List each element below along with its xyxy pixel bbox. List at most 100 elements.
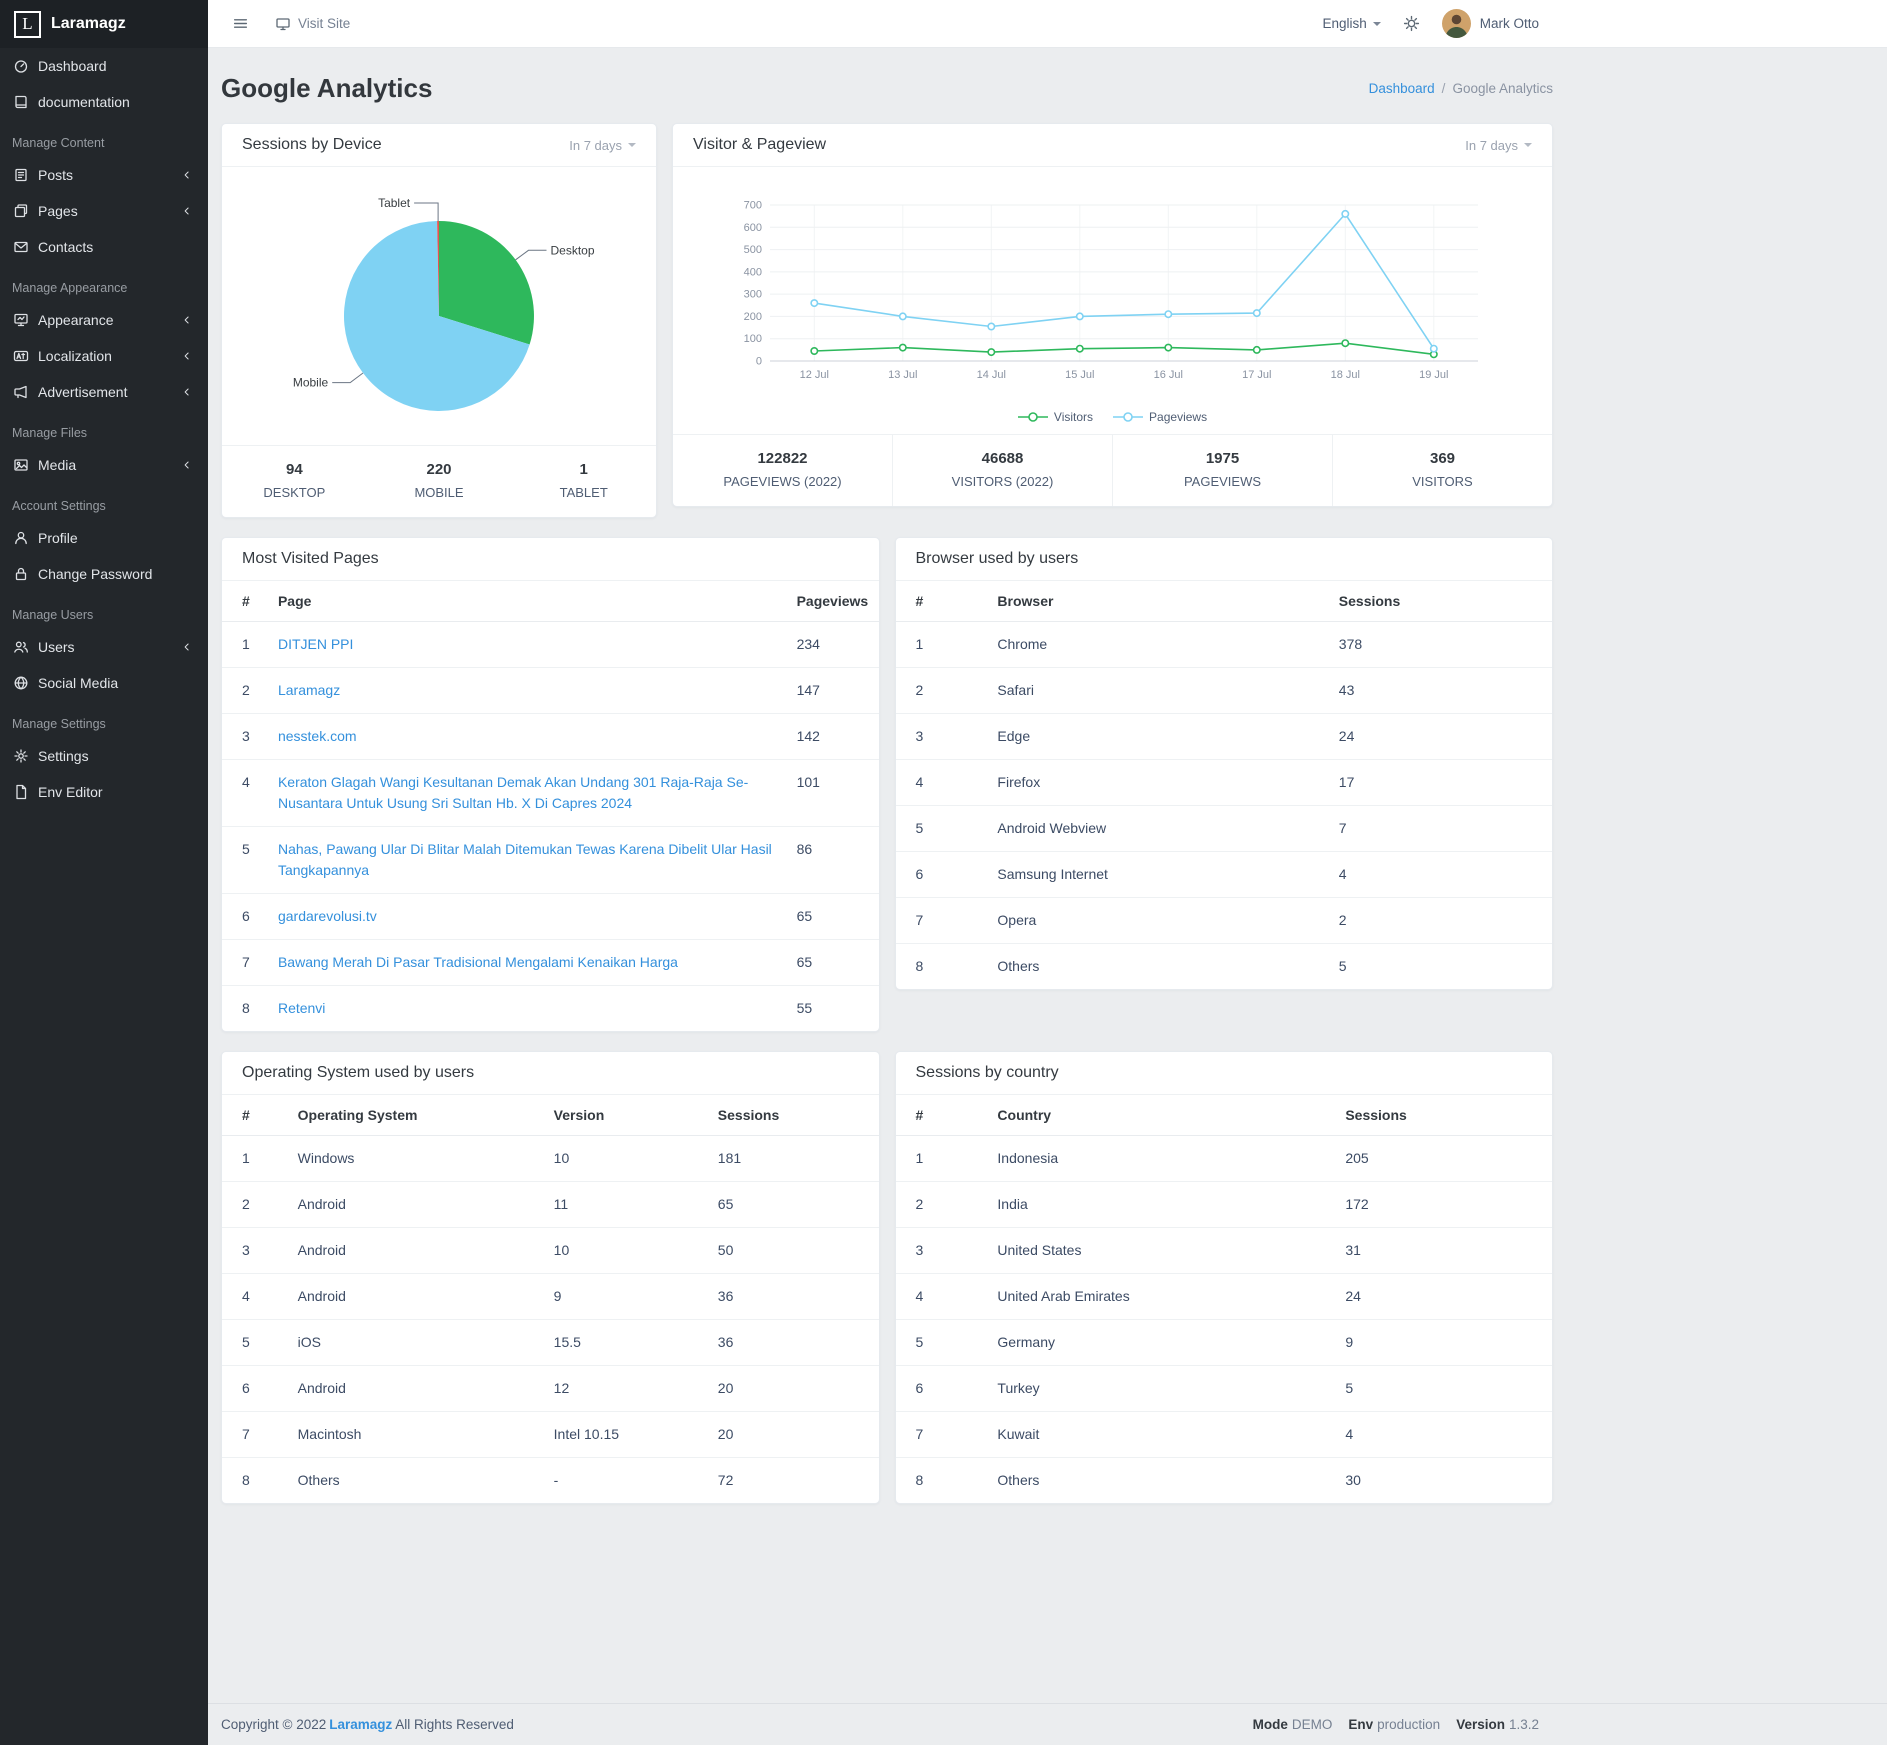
- svg-text:0: 0: [755, 356, 761, 368]
- data-point: [1252, 309, 1261, 318]
- bullhorn-icon: [13, 384, 29, 400]
- footer-meta-version: Version 1.3.2: [1456, 1717, 1539, 1732]
- page-link[interactable]: nesstek.com: [278, 728, 357, 744]
- table-cell: Others: [997, 958, 1040, 974]
- table-cell: 55: [796, 1000, 813, 1016]
- table-cell: 86: [786, 826, 879, 894]
- stat-value: 369: [1429, 450, 1456, 467]
- sidebar-item-users[interactable]: Users: [0, 629, 208, 665]
- monitor-icon: [275, 16, 291, 32]
- table-row: 3 Android 10 50: [222, 1227, 879, 1274]
- table-cell: 4: [1328, 851, 1552, 898]
- table-cell: 6: [895, 1365, 988, 1412]
- table-row: 4 Keraton Glagah Wangi Kesultanan Demak A…: [222, 759, 879, 827]
- sidebar-item-dashboard[interactable]: Dashboard: [0, 48, 208, 84]
- table-cell: 65: [707, 1181, 879, 1228]
- table-cell: 4: [222, 1273, 288, 1320]
- table-row: 1 DITJEN PPI 234: [222, 621, 879, 668]
- table-cell: 8: [242, 1000, 250, 1016]
- footer-brand-link[interactable]: Laramagz: [329, 1717, 392, 1732]
- user-menu[interactable]: Mark Otto: [1441, 9, 1539, 38]
- legend-item-visitors[interactable]: Visitors: [1017, 410, 1093, 424]
- data-point: [1252, 345, 1261, 354]
- table-cell: 20: [707, 1365, 879, 1412]
- table-cell: 65: [786, 939, 879, 986]
- data-point: [898, 343, 907, 352]
- brand[interactable]: L Laramagz: [0, 0, 208, 48]
- envelope-icon: [13, 239, 29, 255]
- table-header-row: # Country Sessions: [895, 1095, 1552, 1136]
- table-cell: Indonesia: [987, 1135, 1336, 1182]
- column-header: Operating System: [287, 1095, 544, 1136]
- data-point: [809, 299, 818, 308]
- page-link[interactable]: Laramagz: [278, 682, 340, 698]
- theme-toggle-button[interactable]: [1403, 15, 1420, 32]
- sidebar-section-header: Manage Users: [12, 608, 94, 622]
- legend-item-pageviews[interactable]: Pageviews: [1113, 410, 1207, 424]
- page-link[interactable]: DITJEN PPI: [278, 636, 353, 652]
- sidebar-section-header: Manage Appearance: [12, 281, 128, 295]
- table-cell: 8: [915, 1472, 924, 1488]
- breadcrumb: Dashboard / Google Analytics: [1369, 81, 1553, 96]
- page-link[interactable]: Nahas, Pawang Ular Di Blitar Malah Ditem…: [278, 841, 772, 878]
- visit-site-link[interactable]: Visit Site: [275, 16, 350, 32]
- table-cell: 1: [222, 621, 268, 668]
- table-row: 7 Kuwait 4: [895, 1411, 1552, 1458]
- table-cell: 9: [543, 1273, 708, 1320]
- page-title: Google Analytics: [221, 73, 433, 103]
- stat-value: 1: [579, 461, 588, 478]
- table-row: 2 Laramagz 147: [222, 667, 879, 714]
- table-cell: 3: [895, 1227, 988, 1274]
- sidebar-item-social-media[interactable]: Social Media: [0, 665, 208, 701]
- data-point: [986, 322, 995, 331]
- svg-text:18 Jul: 18 Jul: [1330, 369, 1359, 381]
- sidebar-item-label: Contacts: [38, 239, 94, 255]
- sidebar-item-documentation[interactable]: documentation: [0, 84, 208, 120]
- sidebar-item-env-editor[interactable]: Env Editor: [0, 774, 208, 810]
- language-label: English: [1322, 16, 1367, 31]
- period-dropdown[interactable]: In 7 days: [569, 138, 636, 153]
- page-link[interactable]: Keraton Glagah Wangi Kesultanan Demak Ak…: [278, 774, 748, 811]
- sidebar-item-advertisement[interactable]: Advertisement: [0, 374, 208, 410]
- table-cell: 7: [895, 897, 988, 944]
- table-cell: Android: [287, 1181, 544, 1228]
- dashboard-icon: [13, 58, 29, 74]
- table-cell: 24: [1328, 713, 1552, 760]
- sidebar-item-profile[interactable]: Profile: [0, 520, 208, 556]
- sidebar-item-settings[interactable]: Settings: [0, 738, 208, 774]
- table-row: 5 iOS 15.5 36: [222, 1319, 879, 1366]
- card-title: Sessions by Device: [242, 136, 382, 153]
- breadcrumb-separator: /: [1441, 81, 1446, 96]
- sidebar-item-contacts[interactable]: Contacts: [0, 229, 208, 265]
- sidebar-item-change-password[interactable]: Change Password: [0, 556, 208, 592]
- language-dropdown[interactable]: English: [1322, 16, 1381, 31]
- period-dropdown[interactable]: In 7 days: [1465, 138, 1532, 153]
- table-cell: 4: [222, 759, 268, 827]
- table-cell: 65: [786, 893, 879, 940]
- table-row: 3 United States 31: [895, 1227, 1552, 1274]
- data-point: [809, 347, 818, 356]
- operating-system-card: Operating System used by users # Operatin…: [221, 1051, 880, 1504]
- sidebar-item-pages[interactable]: Pages: [0, 193, 208, 229]
- table-cell: 1: [895, 1135, 988, 1182]
- sidebar-item-appearance[interactable]: Appearance: [0, 302, 208, 338]
- page-link[interactable]: Retenvi: [278, 1000, 325, 1016]
- table-cell: 6: [222, 1365, 288, 1412]
- svg-text:100: 100: [743, 333, 761, 345]
- sidebar-item-media[interactable]: Media: [0, 447, 208, 483]
- table-row: 6 Samsung Internet 4: [895, 851, 1552, 898]
- table-cell: 205: [1335, 1135, 1552, 1182]
- sidebar-toggle-button[interactable]: [232, 15, 249, 32]
- page-link[interactable]: gardarevolusi.tv: [278, 908, 377, 924]
- table-row: 6 Android 12 20: [222, 1365, 879, 1412]
- table-cell: India: [987, 1181, 1336, 1228]
- sidebar-item-localization[interactable]: Localization: [0, 338, 208, 374]
- table-row: 2 India 172: [895, 1181, 1552, 1228]
- breadcrumb-dashboard-link[interactable]: Dashboard: [1369, 81, 1435, 96]
- table-cell: 6: [895, 851, 988, 898]
- sidebar-item-posts[interactable]: Posts: [0, 157, 208, 193]
- brand-name: Laramagz: [51, 15, 126, 32]
- stat-value: 1975: [1205, 450, 1240, 467]
- page-link[interactable]: Bawang Merah Di Pasar Tradisional Mengal…: [278, 954, 678, 970]
- table-cell: Intel 10.15: [543, 1411, 708, 1458]
